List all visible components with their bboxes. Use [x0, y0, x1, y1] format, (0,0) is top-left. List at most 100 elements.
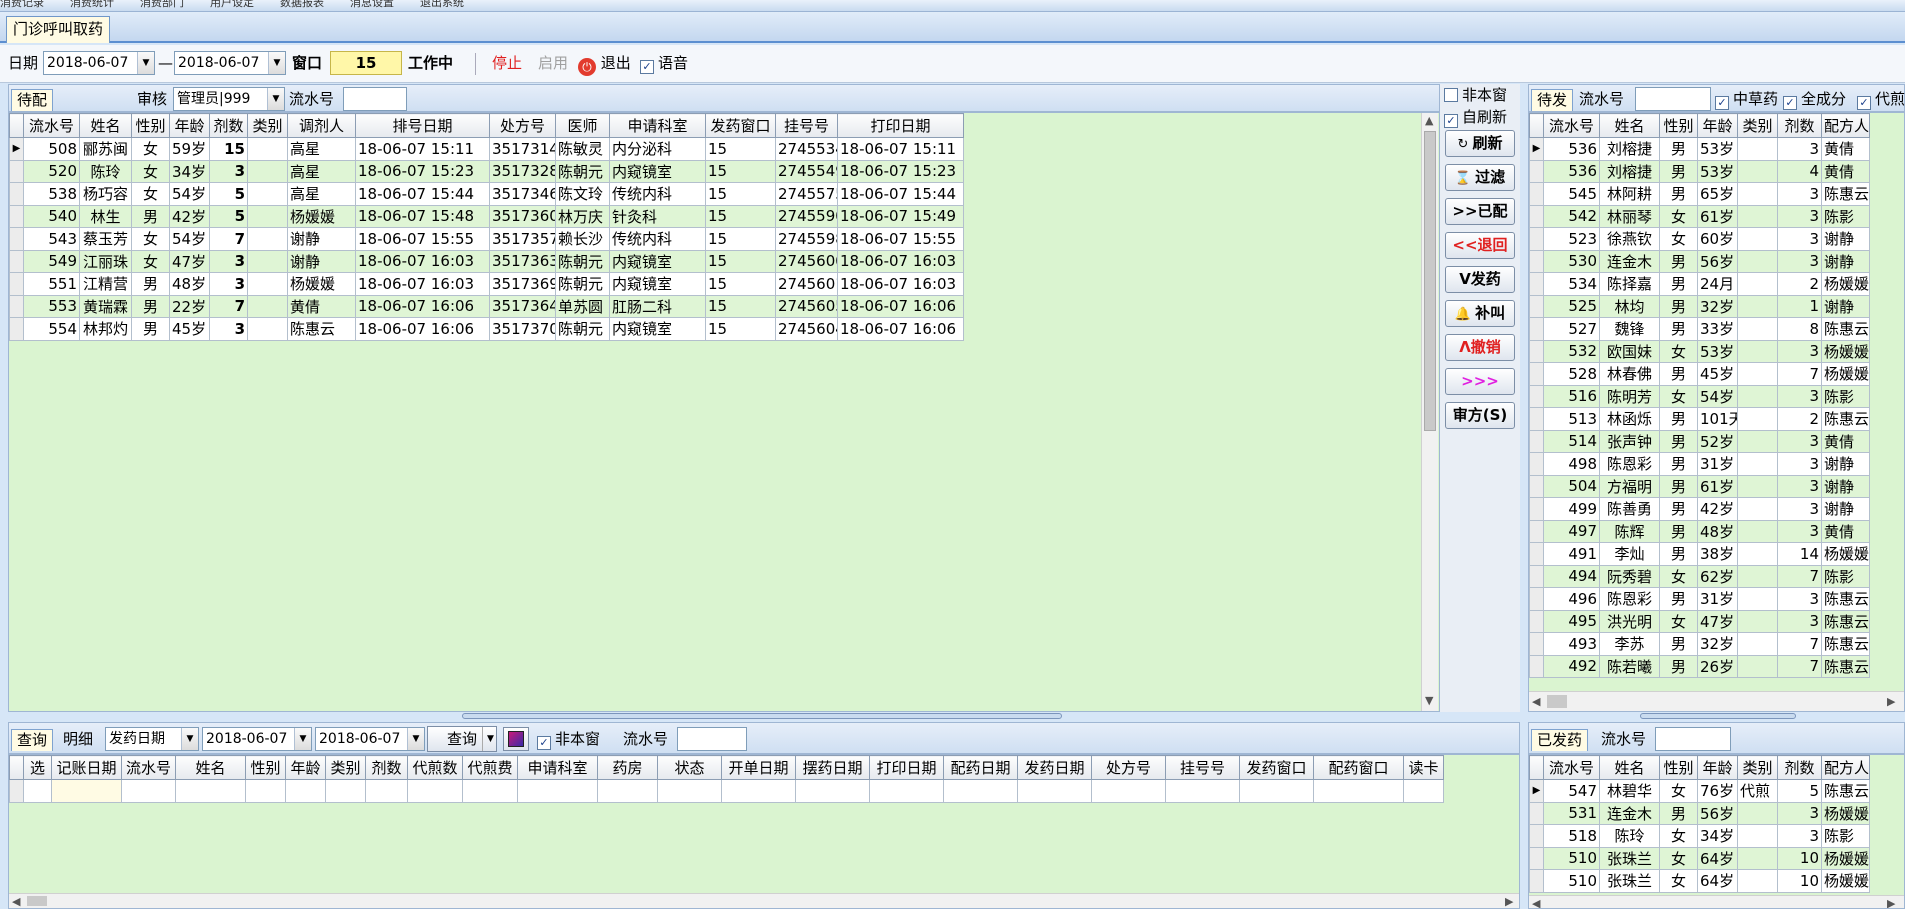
table-cell[interactable]: 32岁 — [1697, 294, 1738, 318]
table-cell[interactable]: 3 — [1777, 609, 1822, 633]
table-row[interactable]: 498 陈恩彩男 31岁 3 谢静 — [1529, 452, 1870, 476]
table-cell[interactable]: 54岁 — [169, 227, 210, 251]
table-cell[interactable]: 2745601 — [775, 272, 838, 296]
table-cell[interactable] — [1737, 249, 1778, 273]
table-cell[interactable] — [1737, 542, 1778, 566]
voice-checkbox[interactable]: ✓ 语音 — [640, 51, 688, 75]
table-cell[interactable]: 陈惠云 — [1821, 587, 1870, 611]
query-serial-input[interactable] — [677, 727, 747, 751]
column-header[interactable]: 类别 — [1737, 113, 1778, 138]
table-cell[interactable]: 549 — [23, 249, 80, 273]
enable-button[interactable]: 启用 — [538, 51, 568, 75]
table-cell[interactable]: 陈惠云 — [1821, 182, 1870, 206]
column-header[interactable]: 年龄 — [285, 755, 326, 780]
table-cell[interactable]: 男 — [131, 317, 170, 341]
table-cell[interactable]: 3517369 — [489, 272, 556, 296]
table-cell[interactable]: 单苏圆 — [555, 294, 610, 318]
table-cell[interactable]: 531 — [1543, 801, 1600, 825]
table-cell[interactable]: 方福明 — [1599, 474, 1660, 498]
table-cell[interactable] — [1737, 824, 1778, 848]
row-indicator[interactable] — [1529, 294, 1544, 318]
table-cell[interactable]: 64岁 — [1697, 846, 1738, 870]
row-indicator[interactable] — [1529, 339, 1544, 363]
table-cell[interactable]: 林碧华 — [1599, 779, 1660, 803]
column-header[interactable]: 剂数 — [1777, 755, 1822, 780]
table-cell[interactable]: 15 — [705, 227, 776, 251]
table-cell[interactable]: 女 — [1659, 564, 1698, 588]
table-cell[interactable]: 56岁 — [1697, 801, 1738, 825]
table-cell[interactable]: 53岁 — [1697, 137, 1738, 161]
table-cell[interactable]: 陈影 — [1821, 384, 1870, 408]
table-cell[interactable] — [285, 779, 326, 803]
table-cell[interactable]: 陈惠云 — [1821, 317, 1870, 341]
table-cell[interactable]: 内窥镜室 — [609, 159, 706, 183]
table-cell[interactable] — [657, 779, 722, 803]
table-cell[interactable]: 3517328 — [489, 159, 556, 183]
column-header[interactable]: 类别 — [325, 755, 366, 780]
row-indicator[interactable] — [1529, 317, 1544, 341]
table-cell[interactable]: 陈惠云 — [1821, 609, 1870, 633]
table-cell[interactable]: 欧国妹 — [1599, 339, 1660, 363]
row-indicator[interactable] — [9, 249, 24, 273]
scroll-left-icon[interactable]: ◀ — [1532, 694, 1540, 709]
table-cell[interactable]: 内窥镜室 — [609, 317, 706, 341]
table-cell[interactable]: 内窥镜室 — [609, 249, 706, 273]
row-indicator[interactable] — [1529, 272, 1544, 296]
table-cell[interactable]: 魏锋 — [1599, 317, 1660, 341]
table-row[interactable]: 551 江精营男 48岁 3 杨媛媛 18-06-07 16:03 3517369 陈朝元 内窥… — [9, 272, 964, 296]
column-header[interactable]: 医师 — [555, 113, 610, 138]
table-row[interactable]: 494 阮秀碧女 62岁 7 陈影 — [1529, 564, 1870, 588]
table-cell[interactable]: 18-06-07 15:23 — [355, 159, 490, 183]
date-field-select[interactable]: 发药日期 ▼ — [105, 727, 199, 751]
action-button-0[interactable]: ↻ 刷新 — [1445, 130, 1515, 157]
table-cell[interactable]: 15 — [705, 317, 776, 341]
table-cell[interactable]: 女 — [1659, 204, 1698, 228]
row-indicator[interactable] — [1529, 362, 1544, 386]
table-cell[interactable]: 491 — [1543, 542, 1600, 566]
top-menu-item[interactable]: 退出系统 — [420, 0, 464, 8]
table-cell[interactable]: 513 — [1543, 407, 1600, 431]
table-cell[interactable]: 陈恩彩 — [1599, 587, 1660, 611]
table-cell[interactable]: 男 — [131, 272, 170, 296]
scroll-thumb[interactable] — [1424, 131, 1436, 431]
column-header[interactable]: 调剂人 — [287, 113, 356, 138]
table-row[interactable]: 536 刘榕捷男 53岁 4 黄倩 — [1529, 159, 1870, 183]
table-cell[interactable]: 男 — [1659, 159, 1698, 183]
table-cell[interactable]: 34岁 — [1697, 824, 1738, 848]
table-cell[interactable]: 3517360 — [489, 204, 556, 228]
table-row[interactable]: 532 欧国妹女 53岁 3 杨媛媛 — [1529, 339, 1870, 363]
table-cell[interactable] — [247, 272, 288, 296]
table-cell[interactable]: 54岁 — [1697, 384, 1738, 408]
table-row[interactable]: 518 陈玲女 34岁 3 陈影 — [1529, 824, 1870, 848]
table-cell[interactable]: 连金木 — [1599, 249, 1660, 273]
table-cell[interactable]: 553 — [23, 294, 80, 318]
table-row[interactable]: 493 李苏男 32岁 7 陈惠云 — [1529, 632, 1870, 656]
table-cell[interactable]: 523 — [1543, 227, 1600, 251]
table-cell[interactable]: 女 — [1659, 869, 1698, 893]
action-button-2[interactable]: >>已配 — [1445, 198, 1515, 225]
table-cell[interactable] — [943, 779, 1018, 803]
table-cell[interactable]: 510 — [1543, 869, 1600, 893]
table-cell[interactable]: 男 — [1659, 407, 1698, 431]
column-header[interactable]: 类别 — [1737, 755, 1778, 780]
table-cell[interactable] — [1737, 407, 1778, 431]
table-cell[interactable]: 516 — [1543, 384, 1600, 408]
table-cell[interactable]: 陈朝元 — [555, 272, 610, 296]
table-cell[interactable]: 男 — [1659, 137, 1698, 161]
scroll-right-icon[interactable]: ▶ — [1887, 896, 1895, 908]
table-cell[interactable]: 18-06-07 15:44 — [837, 182, 964, 206]
top-menu-item[interactable]: 消费统计 — [70, 0, 114, 8]
table-cell[interactable]: 545 — [1543, 182, 1600, 206]
table-cell[interactable]: 谢静 — [1821, 474, 1870, 498]
row-indicator[interactable] — [9, 159, 24, 183]
table-cell[interactable]: 510 — [1543, 846, 1600, 870]
column-header[interactable]: 配药日期 — [943, 755, 1018, 780]
table-cell[interactable]: 7 — [1777, 654, 1822, 678]
table-cell[interactable] — [51, 779, 122, 803]
table-cell[interactable]: 542 — [1543, 204, 1600, 228]
column-header[interactable]: 配方人 — [1821, 113, 1870, 138]
table-cell[interactable]: 3517370 — [489, 317, 556, 341]
table-cell[interactable]: 谢静 — [1821, 497, 1870, 521]
top-menu-item[interactable]: 消费记录 — [0, 0, 44, 8]
tab-query[interactable]: 查询 — [11, 729, 54, 751]
